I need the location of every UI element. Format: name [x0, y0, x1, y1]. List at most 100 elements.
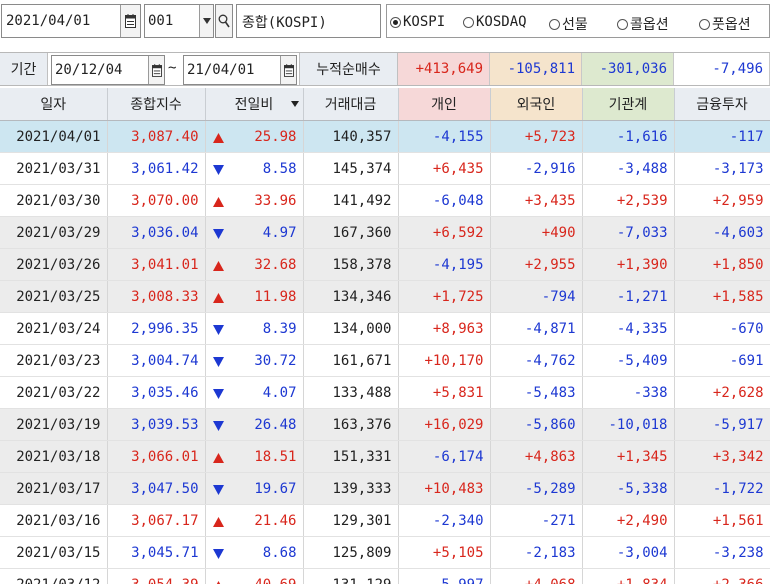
calendar-button[interactable]: [120, 5, 140, 37]
cell-index: 3,066.01: [107, 440, 206, 473]
cell-volume: 139,333: [303, 472, 399, 505]
table-row[interactable]: 2021/03/29 3,036.04 4.97 167,360 +6,592 +490-…: [0, 216, 770, 249]
cell-foreign: -4,762: [490, 344, 583, 377]
cell-index: 3,039.53: [107, 408, 206, 441]
to-calendar-button[interactable]: [280, 56, 296, 84]
col-header-date[interactable]: 일자: [0, 88, 108, 121]
triangle-up-icon: [212, 291, 224, 307]
table-row[interactable]: 2021/03/23 3,004.74 30.72 161,671 +10,170 -4,…: [0, 344, 770, 377]
triangle-up-icon: [212, 131, 224, 147]
cell-individual: -5,997: [398, 568, 491, 584]
date-picker[interactable]: 2021/04/01: [1, 4, 141, 38]
cell-individual: -4,155: [398, 120, 491, 153]
change-value: 32.68: [254, 256, 297, 273]
cell-date: 2021/03/18: [0, 440, 108, 473]
cell-date: 2021/03/31: [0, 152, 108, 185]
change-value: 25.98: [254, 128, 297, 145]
change-value: 33.96: [254, 192, 297, 209]
col-header-volume[interactable]: 거래대금: [303, 88, 399, 121]
table-row[interactable]: 2021/03/26 3,041.01 32.68 158,378 -4,195 +2,9…: [0, 248, 770, 281]
cell-change: 25.98: [205, 120, 304, 153]
change-value: 4.07: [262, 384, 297, 401]
cell-institution: -5,409: [582, 344, 675, 377]
triangle-up-icon: [212, 195, 224, 211]
triangle-down-icon: [212, 419, 224, 435]
radio-call-option[interactable]: 콜옵션: [617, 14, 669, 34]
cell-change: 4.07: [205, 376, 304, 409]
table-row[interactable]: 2021/03/22 3,035.46 4.07 133,488 +5,831 -5,48…: [0, 376, 770, 409]
investor-table: 일자 종합지수 전일비 거래대금 개인 외국인 기관계 금융투자 2021/04…: [0, 88, 770, 584]
cell-index: 3,036.04: [107, 216, 206, 249]
cell-index: 3,070.00: [107, 184, 206, 217]
radio-call-circle: [617, 18, 628, 30]
search-button[interactable]: [215, 4, 233, 38]
cell-date: 2021/03/26: [0, 248, 108, 281]
table-row[interactable]: 2021/04/01 3,087.40 25.98 140,357 -4,155 +5,7…: [0, 120, 770, 153]
from-calendar-button[interactable]: [148, 56, 164, 84]
table-row[interactable]: 2021/03/30 3,070.00 33.96 141,492 -6,048 +3,4…: [0, 184, 770, 217]
col-header-index[interactable]: 종합지수: [107, 88, 206, 121]
table-row[interactable]: 2021/03/16 3,067.17 21.46 129,301 -2,340 -271…: [0, 504, 770, 537]
cell-institution: +1,834: [582, 568, 675, 584]
cell-index: 3,035.46: [107, 376, 206, 409]
cell-institution: -338: [582, 376, 675, 409]
radio-kosdaq[interactable]: KOSDAQ: [463, 14, 527, 30]
cell-individual: +16,029: [398, 408, 491, 441]
sort-dropdown-button[interactable]: [289, 94, 301, 114]
code-dropdown-button[interactable]: [199, 5, 213, 37]
change-value: 19.67: [254, 480, 297, 497]
sum-individual: +413,649: [398, 53, 490, 85]
cell-financial: +1,850: [674, 248, 770, 281]
cell-financial: +3,342: [674, 440, 770, 473]
period-to-picker[interactable]: 21/04/01: [183, 55, 297, 85]
col-header-financial[interactable]: 금융투자: [674, 88, 770, 121]
cell-volume: 134,346: [303, 280, 399, 313]
cell-date: 2021/03/16: [0, 504, 108, 537]
cell-index: 3,045.71: [107, 536, 206, 569]
col-header-institution[interactable]: 기관계: [582, 88, 675, 121]
table-row[interactable]: 2021/03/15 3,045.71 8.68 125,809 +5,105 -2,18…: [0, 536, 770, 569]
col-header-change[interactable]: 전일비: [205, 88, 304, 121]
cell-volume: 161,671: [303, 344, 399, 377]
period-label: 기간: [10, 62, 37, 78]
radio-futures[interactable]: 선물: [549, 14, 588, 34]
cell-financial: -4,603: [674, 216, 770, 249]
cell-date: 2021/03/29: [0, 216, 108, 249]
cell-change: 18.51: [205, 440, 304, 473]
triangle-down-icon: [212, 227, 224, 243]
col-header-individual[interactable]: 개인: [398, 88, 491, 121]
cell-institution: -1,616: [582, 120, 675, 153]
col-header-foreign[interactable]: 외국인: [490, 88, 583, 121]
table-row[interactable]: 2021/03/17 3,047.50 19.67 139,333 +10,483 -5,…: [0, 472, 770, 505]
period-from-picker[interactable]: 20/12/04: [51, 55, 165, 85]
cell-index: 3,008.33: [107, 280, 206, 313]
index-name-field: 종합(KOSPI): [236, 4, 381, 38]
cell-index: 3,041.01: [107, 248, 206, 281]
triangle-up-icon: [212, 515, 224, 531]
date-value: 2021/04/01: [6, 13, 91, 29]
cell-institution: +1,345: [582, 440, 675, 473]
cell-individual: +8,963: [398, 312, 491, 345]
cell-institution: -10,018: [582, 408, 675, 441]
table-row[interactable]: 2021/03/31 3,061.42 8.58 145,374 +6,435 -2,91…: [0, 152, 770, 185]
table-row[interactable]: 2021/03/25 3,008.33 11.98 134,346 +1,725 -794…: [0, 280, 770, 313]
cell-change: 40.69: [205, 568, 304, 584]
table-row[interactable]: 2021/03/18 3,066.01 18.51 151,331 -6,174 +4,8…: [0, 440, 770, 473]
table-row[interactable]: 2021/03/19 3,039.53 26.48 163,376 +16,029 -5,…: [0, 408, 770, 441]
triangle-up-icon: [212, 451, 224, 467]
cell-change: 21.46: [205, 504, 304, 537]
table-row[interactable]: 2021/03/123,054.39 40.69 131,129-5,997+4,0…: [0, 568, 770, 584]
radio-kospi[interactable]: KOSPI: [390, 14, 445, 30]
cell-date: 2021/03/15: [0, 536, 108, 569]
cell-volume: 140,357: [303, 120, 399, 153]
cell-change: 8.68: [205, 536, 304, 569]
triangle-down-icon: [212, 483, 224, 499]
change-value: 26.48: [254, 416, 297, 433]
cell-financial: -3,173: [674, 152, 770, 185]
cell-individual: +6,592: [398, 216, 491, 249]
radio-put-option[interactable]: 풋옵션: [699, 14, 751, 34]
table-row[interactable]: 2021/03/24 2,996.35 8.39 134,000 +8,963 -4,87…: [0, 312, 770, 345]
index-code-select[interactable]: 001: [144, 4, 214, 38]
cell-foreign: +490: [490, 216, 583, 249]
triangle-down-icon: [212, 163, 224, 179]
